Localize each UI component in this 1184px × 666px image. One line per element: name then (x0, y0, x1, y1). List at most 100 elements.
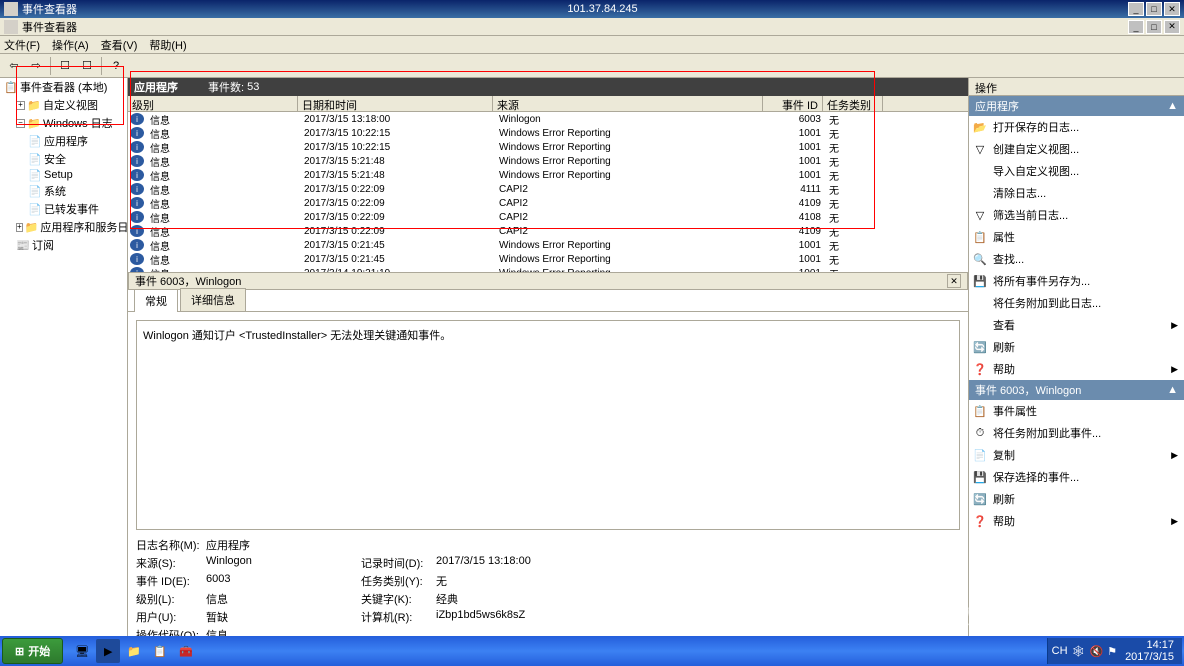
titlebar-center: 101.37.84.245 (77, 3, 1128, 15)
menu-help[interactable]: 帮助(H) (149, 37, 186, 53)
col-id[interactable]: 事件 ID (763, 96, 823, 111)
taskbar-item-5[interactable]: 🧰 (174, 639, 198, 663)
maximize-button[interactable]: □ (1146, 2, 1162, 16)
tray-icon-1[interactable]: 🕸 (1072, 645, 1086, 658)
action-find[interactable]: 🔍查找... (969, 248, 1184, 270)
action-save-selected[interactable]: 💾保存选择的事件... (969, 466, 1184, 488)
tree-forwarded[interactable]: 📄已转发事件 (0, 200, 127, 218)
toolbar-btn-2[interactable]: ☐ (77, 56, 97, 76)
actions-pane: 操作 应用程序▲ 📂打开保存的日志... ▽创建自定义视图... 导入自定义视图… (968, 78, 1184, 654)
tree-windows-logs[interactable]: −📁Windows 日志 (0, 114, 127, 132)
clock[interactable]: 14:172017/3/15 (1121, 639, 1178, 663)
table-row[interactable]: i 信息 2017/3/15 0:22:09 CAPI2 4111 无 (128, 182, 968, 196)
info-icon: i (130, 113, 144, 125)
tree-system[interactable]: 📄系统 (0, 182, 127, 200)
actions-section-app: 应用程序▲ (969, 96, 1184, 116)
lang-indicator[interactable]: CH (1052, 645, 1068, 657)
chevron-right-icon: ▶ (1171, 320, 1178, 331)
action-save-all[interactable]: 💾将所有事件另存为... (969, 270, 1184, 292)
action-attach-task-log[interactable]: 将任务附加到此日志... (969, 292, 1184, 314)
list-title: 应用程序 (134, 79, 178, 95)
actions-section-event: 事件 6003，Winlogon▲ (969, 380, 1184, 400)
inner-maximize-button[interactable]: □ (1146, 20, 1162, 34)
save-icon: 💾 (973, 470, 987, 484)
action-help-2[interactable]: ❓帮助▶ (969, 510, 1184, 532)
inner-minimize-button[interactable]: _ (1128, 20, 1144, 34)
table-row[interactable]: i 信息 2017/3/15 0:21:45 Windows Error Rep… (128, 252, 968, 266)
back-button[interactable]: ⇦ (4, 56, 24, 76)
detail-close-button[interactable]: ✕ (947, 274, 961, 288)
toolbar: ⇦ ⇨ ☐ ☐ ? (0, 54, 1184, 78)
table-row[interactable]: i 信息 2017/3/15 0:21:45 Windows Error Rep… (128, 238, 968, 252)
table-row[interactable]: i 信息 2017/3/15 5:21:48 Windows Error Rep… (128, 154, 968, 168)
taskbar-item-1[interactable]: 🖥 (70, 639, 94, 663)
collapse-icon[interactable]: ▲ (1167, 100, 1178, 112)
chevron-right-icon: ▶ (1171, 450, 1178, 461)
action-refresh-2[interactable]: 🔄刷新 (969, 488, 1184, 510)
tab-general[interactable]: 常规 (134, 289, 178, 312)
close-button[interactable]: ✕ (1164, 2, 1180, 16)
table-row[interactable]: i 信息 2017/3/15 0:22:09 CAPI2 4108 无 (128, 210, 968, 224)
taskbar-item-2[interactable]: ▶ (96, 639, 120, 663)
menu-action[interactable]: 操作(A) (52, 37, 89, 53)
tree-setup[interactable]: 📄Setup (0, 168, 127, 182)
col-level[interactable]: 级别 (128, 96, 298, 111)
tree-security[interactable]: 📄安全 (0, 150, 127, 168)
minimize-button[interactable]: _ (1128, 2, 1144, 16)
table-row[interactable]: i 信息 2017/3/15 5:21:48 Windows Error Rep… (128, 168, 968, 182)
info-icon: i (130, 127, 144, 139)
column-headers: 级别 日期和时间 来源 事件 ID 任务类别 (128, 96, 968, 112)
table-row[interactable]: i 信息 2017/3/14 19:21:19 Windows Error Re… (128, 266, 968, 272)
table-row[interactable]: i 信息 2017/3/15 10:22:15 Windows Error Re… (128, 140, 968, 154)
tree-application[interactable]: 📄应用程序 (0, 132, 127, 150)
tab-details[interactable]: 详细信息 (180, 288, 246, 311)
info-icon: i (130, 225, 144, 237)
inner-title: 事件查看器 (22, 19, 77, 35)
event-count-label: 事件数: (208, 79, 244, 95)
system-tray: CH 🕸 🔇 ⚑ 14:172017/3/15 (1047, 638, 1182, 664)
tree-root[interactable]: 📋事件查看器 (本地) (0, 78, 127, 96)
copy-icon: 📄 (973, 448, 987, 462)
forward-button[interactable]: ⇨ (26, 56, 46, 76)
info-icon: i (130, 253, 144, 265)
inner-titlebar: 事件查看器 _ □ ✕ (0, 18, 1184, 36)
action-help[interactable]: ❓帮助▶ (969, 358, 1184, 380)
tray-icon-2[interactable]: 🔇 (1089, 645, 1103, 658)
action-open-saved[interactable]: 📂打开保存的日志... (969, 116, 1184, 138)
table-row[interactable]: i 信息 2017/3/15 0:22:09 CAPI2 4109 无 (128, 224, 968, 238)
action-clear-log[interactable]: 清除日志... (969, 182, 1184, 204)
tree-app-services[interactable]: +📁应用程序和服务日志 (0, 218, 127, 236)
col-source[interactable]: 来源 (493, 96, 763, 111)
tree-subscriptions[interactable]: 📰订阅 (0, 236, 127, 254)
table-row[interactable]: i 信息 2017/3/15 0:22:09 CAPI2 4109 无 (128, 196, 968, 210)
taskbar-item-4[interactable]: 📋 (148, 639, 172, 663)
inner-close-button[interactable]: ✕ (1164, 20, 1180, 34)
start-button[interactable]: ⊞ 开始 (2, 638, 63, 664)
action-event-props[interactable]: 📋事件属性 (969, 400, 1184, 422)
action-filter-log[interactable]: ▽筛选当前日志... (969, 204, 1184, 226)
info-icon: i (130, 239, 144, 251)
taskbar-item-3[interactable]: 📁 (122, 639, 146, 663)
action-refresh[interactable]: 🔄刷新 (969, 336, 1184, 358)
menu-file[interactable]: 文件(F) (4, 37, 40, 53)
table-row[interactable]: i 信息 2017/3/15 10:22:15 Windows Error Re… (128, 126, 968, 140)
table-row[interactable]: i 信息 2017/3/15 13:18:00 Winlogon 6003 无 (128, 112, 968, 126)
col-date[interactable]: 日期和时间 (298, 96, 493, 111)
help-button[interactable]: ? (106, 56, 126, 76)
menu-view[interactable]: 查看(V) (101, 37, 138, 53)
col-cat[interactable]: 任务类别 (823, 96, 883, 111)
action-import-view[interactable]: 导入自定义视图... (969, 160, 1184, 182)
action-attach-task-event[interactable]: ⏱将任务附加到此事件... (969, 422, 1184, 444)
properties-icon: 📋 (973, 404, 987, 418)
action-properties[interactable]: 📋属性 (969, 226, 1184, 248)
action-copy[interactable]: 📄复制▶ (969, 444, 1184, 466)
tree-custom-views[interactable]: +📁自定义视图 (0, 96, 127, 114)
event-list[interactable]: i 信息 2017/3/15 13:18:00 Winlogon 6003 无i… (128, 112, 968, 272)
action-view[interactable]: 查看▶ (969, 314, 1184, 336)
tray-icon-3[interactable]: ⚑ (1107, 645, 1117, 658)
detail-header: 事件 6003，Winlogon ✕ (128, 272, 968, 290)
toolbar-btn-1[interactable]: ☐ (55, 56, 75, 76)
action-create-view[interactable]: ▽创建自定义视图... (969, 138, 1184, 160)
collapse-icon[interactable]: ▲ (1167, 384, 1178, 396)
taskbar: ⊞ 开始 🖥 ▶ 📁 📋 🧰 CH 🕸 🔇 ⚑ 14:172017/3/15 (0, 636, 1184, 666)
